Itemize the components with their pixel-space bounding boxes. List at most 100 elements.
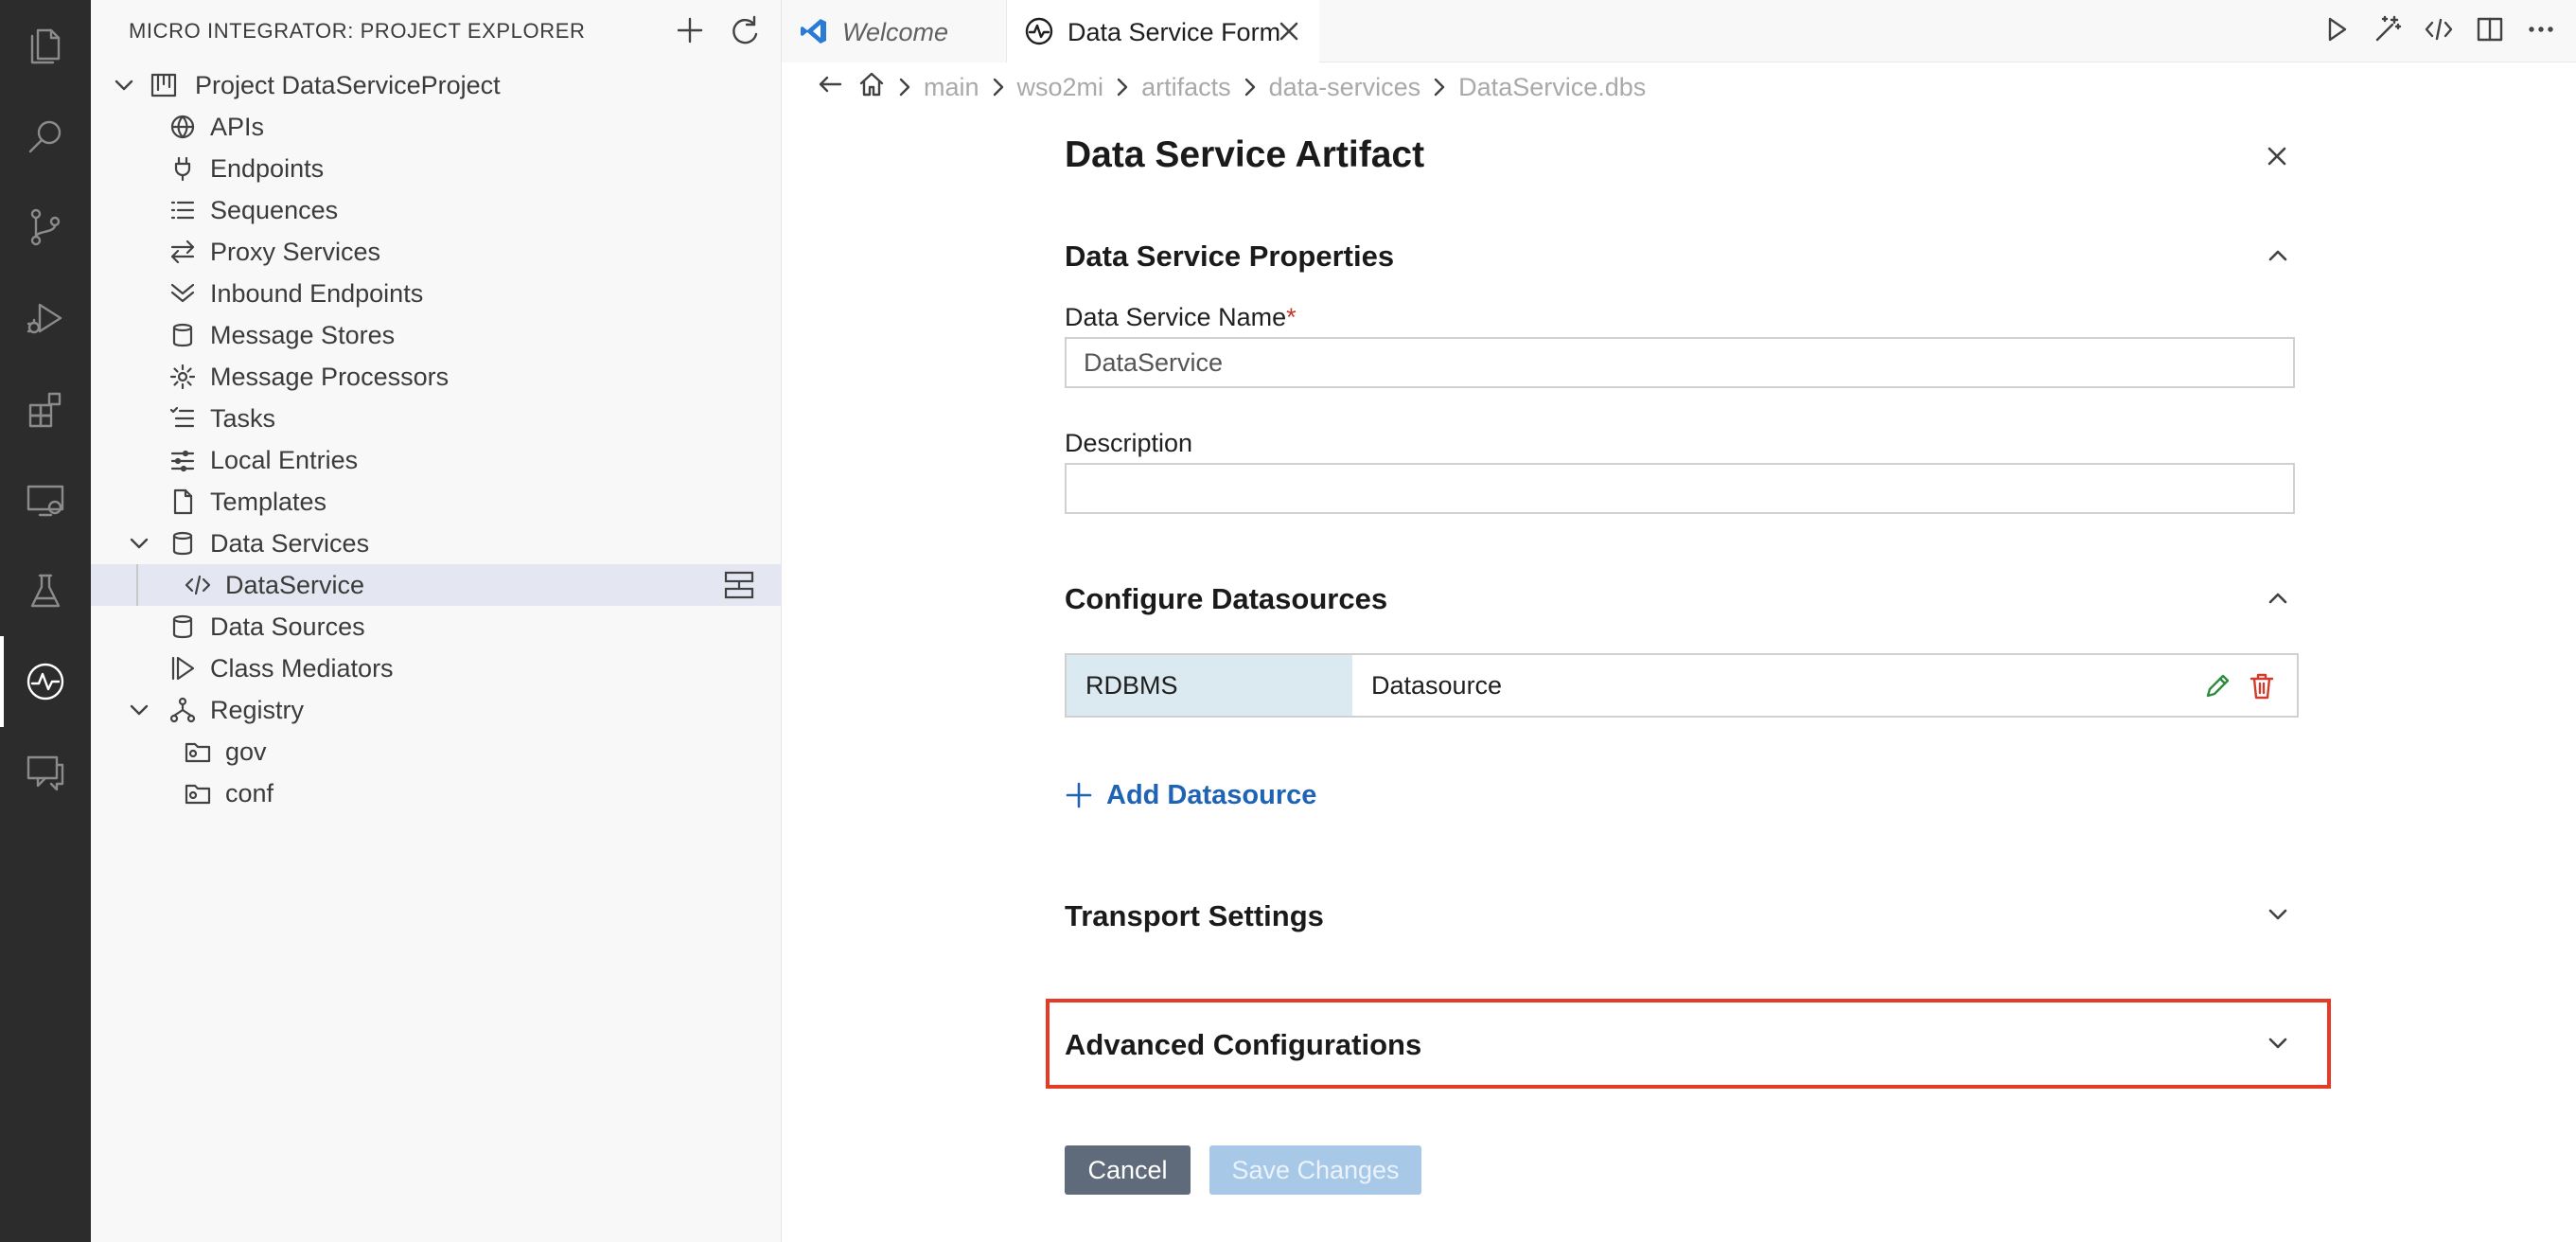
type-hierarchy-icon: [168, 696, 197, 724]
datasource-row[interactable]: RDBMS Datasource: [1065, 653, 2299, 718]
open-designer-icon[interactable]: [723, 570, 755, 600]
add-datasource-label: Add Datasource: [1106, 779, 1317, 810]
magic-wand-icon[interactable]: [2372, 13, 2404, 50]
add-datasource-button[interactable]: Add Datasource: [1065, 776, 1316, 814]
arrow-swap-icon: [168, 238, 197, 266]
tree-item-tasks[interactable]: Tasks: [91, 398, 782, 439]
tree-item-label: DataService: [225, 570, 365, 599]
tree-item-message-stores[interactable]: Message Stores: [91, 314, 782, 356]
globe-icon: [168, 113, 197, 141]
close-icon[interactable]: [1276, 18, 1302, 44]
breadcrumb: main wso2mi artifacts data-services Data…: [816, 66, 1646, 108]
back-arrow-icon[interactable]: [816, 70, 844, 105]
tab-welcome[interactable]: Welcome: [782, 0, 1007, 62]
tab-label: Welcome: [842, 18, 949, 46]
description-input[interactable]: [1065, 463, 2295, 514]
tasklist-icon: [168, 404, 197, 433]
data-service-name-input[interactable]: DataService: [1065, 337, 2295, 388]
chevron-up-icon[interactable]: [2265, 242, 2291, 269]
run-icon[interactable]: [2320, 13, 2353, 50]
more-actions-icon[interactable]: [2525, 13, 2557, 50]
breadcrumb-item[interactable]: main: [924, 73, 979, 102]
tree-item-data-sources[interactable]: Data Sources: [91, 606, 782, 648]
section-title-datasources[interactable]: Configure Datasources: [1065, 582, 1387, 616]
tree-item-registry[interactable]: Registry: [91, 689, 782, 731]
chevron-right-icon: [1241, 76, 1260, 98]
breadcrumb-item[interactable]: artifacts: [1141, 73, 1231, 102]
chevron-up-icon[interactable]: [2265, 585, 2291, 612]
tree-item-label: Templates: [210, 487, 327, 516]
trash-icon[interactable]: [2248, 671, 2276, 701]
chevron-down-icon[interactable]: [125, 696, 153, 724]
breadcrumb-item[interactable]: DataService.dbs: [1458, 73, 1646, 102]
code-icon[interactable]: [2423, 13, 2455, 50]
sidebar-title: MICRO INTEGRATOR: PROJECT EXPLORER: [129, 19, 586, 43]
close-icon[interactable]: [2263, 142, 2291, 170]
tree-item-label: Registry: [210, 695, 305, 724]
form-title: Data Service Artifact: [1065, 134, 1425, 175]
tree-item-label: Local Entries: [210, 445, 359, 474]
project-icon: [150, 71, 178, 99]
tree-item-project[interactable]: Project DataServiceProject: [91, 64, 782, 106]
run-debug-icon[interactable]: [0, 273, 91, 364]
indent-guide: [136, 564, 138, 606]
explorer-icon[interactable]: [0, 0, 91, 91]
section-title-transport[interactable]: Transport Settings: [1065, 899, 1324, 933]
refresh-icon[interactable]: [728, 13, 762, 52]
save-changes-button[interactable]: Save Changes: [1209, 1145, 1421, 1195]
settings-sliders-icon: [168, 446, 197, 474]
folder-icon: [184, 779, 212, 807]
chevron-down-icon[interactable]: [110, 71, 138, 99]
tree-item-class-mediators[interactable]: Class Mediators: [91, 648, 782, 689]
name-field-label: Data Service Name*: [1065, 303, 1297, 332]
search-icon[interactable]: [0, 91, 91, 182]
tab-data-service-form[interactable]: Data Service Form: [1007, 0, 1319, 62]
chat-icon[interactable]: [0, 727, 91, 818]
section-title-properties[interactable]: Data Service Properties: [1065, 240, 1394, 274]
chevron-down-icon[interactable]: [2265, 901, 2291, 928]
tree-item-sequences[interactable]: Sequences: [91, 189, 782, 231]
editor-tabbar: Welcome Data Service Form: [782, 0, 2576, 62]
tree-item-label: Endpoints: [210, 153, 325, 183]
extensions-icon[interactable]: [0, 364, 91, 454]
tree-item-data-services[interactable]: Data Services: [91, 523, 782, 564]
chevron-down-icon[interactable]: [125, 529, 153, 558]
tree-item-label: Tasks: [210, 403, 276, 433]
breadcrumb-item[interactable]: wso2mi: [1017, 73, 1104, 102]
chevron-right-icon: [1430, 76, 1449, 98]
micro-integrator-icon: [1024, 16, 1054, 46]
list-ordered-icon: [168, 196, 197, 224]
tree-item-proxy-services[interactable]: Proxy Services: [91, 231, 782, 273]
tree-item-label: Class Mediators: [210, 653, 394, 683]
tree-item-local-entries[interactable]: Local Entries: [91, 439, 782, 481]
breadcrumb-item[interactable]: data-services: [1269, 73, 1421, 102]
chevron-right-icon: [1113, 76, 1132, 98]
tree-item-inbound-endpoints[interactable]: Inbound Endpoints: [91, 273, 782, 314]
sidebar-actions: [673, 13, 762, 52]
chevron-right-icon: [895, 76, 914, 98]
inbound-icon: [168, 279, 197, 308]
source-control-icon[interactable]: [0, 182, 91, 273]
tree-item-templates[interactable]: Templates: [91, 481, 782, 523]
tree-item-conf[interactable]: conf: [91, 772, 782, 814]
testing-icon[interactable]: [0, 545, 91, 636]
split-editor-icon[interactable]: [2474, 13, 2506, 50]
home-icon[interactable]: [857, 70, 886, 105]
chevron-right-icon: [989, 76, 1008, 98]
tree-item-apis[interactable]: APIs: [91, 106, 782, 148]
file-icon: [168, 488, 197, 516]
tree-item-gov[interactable]: gov: [91, 731, 782, 772]
tree-item-message-processors[interactable]: Message Processors: [91, 356, 782, 398]
micro-integrator-icon[interactable]: [0, 636, 91, 727]
cancel-button[interactable]: Cancel: [1065, 1145, 1191, 1195]
tree-item-label: Data Services: [210, 528, 370, 558]
edit-icon[interactable]: [2202, 671, 2232, 701]
remote-explorer-icon[interactable]: [0, 454, 91, 545]
tree-item-label: Project DataServiceProject: [195, 70, 501, 99]
tree-item-label: conf: [225, 778, 274, 807]
add-icon[interactable]: [673, 13, 707, 52]
tree-item-endpoints[interactable]: Endpoints: [91, 148, 782, 189]
tree-item-dataservice[interactable]: DataService: [91, 564, 782, 606]
database-icon: [168, 612, 197, 641]
folder-icon: [184, 737, 212, 766]
